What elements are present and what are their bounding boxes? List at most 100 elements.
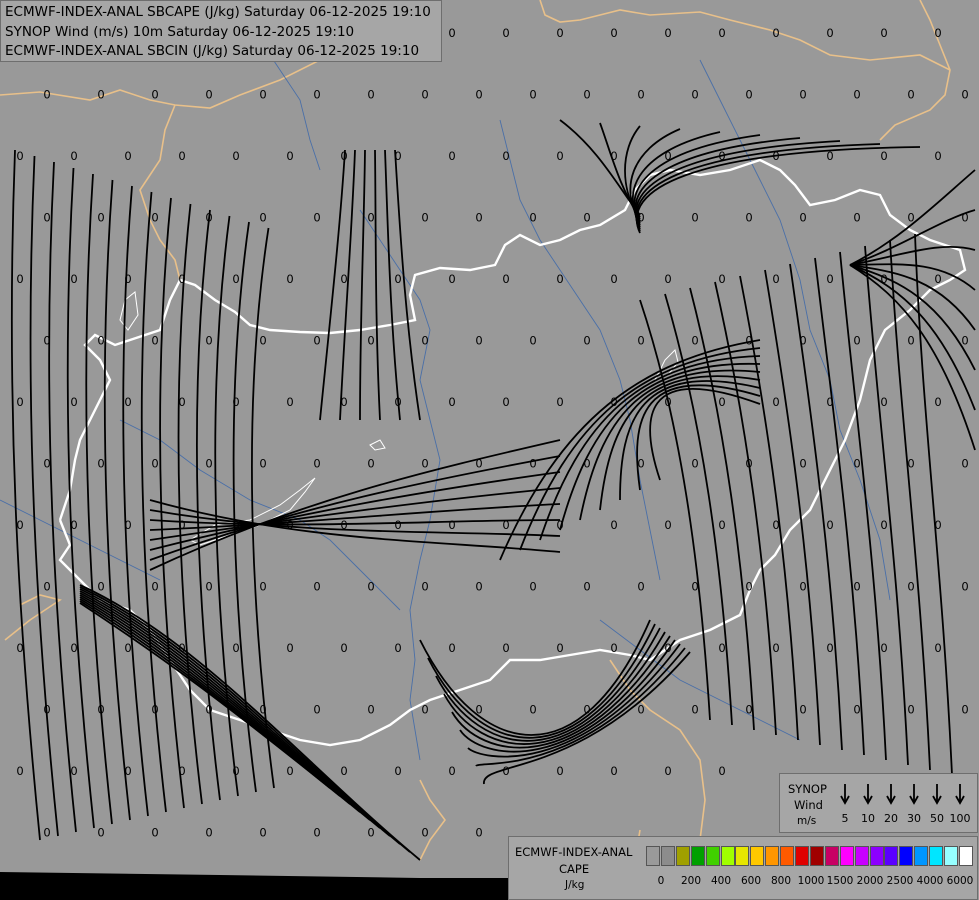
sbcin-value: 0 — [745, 334, 752, 348]
sbcin-value: 0 — [70, 149, 77, 163]
sbcin-value: 0 — [340, 149, 347, 163]
sbcin-value: 0 — [313, 703, 320, 717]
sbcin-value: 0 — [178, 395, 185, 409]
sbcin-value: 0 — [637, 211, 644, 225]
sbcin-value: 0 — [556, 26, 563, 40]
sbcin-value: 0 — [853, 211, 860, 225]
sbcin-value: 0 — [259, 334, 266, 348]
sbcin-value: 0 — [772, 272, 779, 286]
sbcin-value: 0 — [853, 457, 860, 471]
sbcin-value: 0 — [178, 518, 185, 532]
sbcin-value: 0 — [961, 88, 968, 102]
sbcin-value: 0 — [421, 211, 428, 225]
sbcin-value: 0 — [610, 518, 617, 532]
sbcin-value: 0 — [556, 641, 563, 655]
sbcin-value: 0 — [43, 334, 50, 348]
cape-color-swatch — [780, 846, 795, 866]
sbcin-value: 0 — [637, 334, 644, 348]
sbcin-value: 0 — [124, 395, 131, 409]
cape-legend-unit: J/kg — [565, 879, 585, 891]
sbcin-value: 0 — [151, 457, 158, 471]
sbcin-value: 0 — [124, 764, 131, 778]
sbcin-value: 0 — [664, 641, 671, 655]
sbcin-value: 0 — [664, 764, 671, 778]
sbcin-value: 0 — [502, 26, 509, 40]
cape-colorbar-label: 1000 — [797, 875, 825, 887]
wind-legend-title: SYNOP — [788, 782, 827, 796]
sbcin-value: 0 — [394, 518, 401, 532]
sbcin-value: 0 — [880, 26, 887, 40]
sbcin-value: 0 — [880, 641, 887, 655]
sbcin-value: 0 — [691, 211, 698, 225]
cape-color-swatch — [660, 846, 675, 866]
sbcin-value: 0 — [583, 211, 590, 225]
sbcin-value: 0 — [367, 580, 374, 594]
sbcin-value: 0 — [502, 641, 509, 655]
sbcin-value: 0 — [70, 395, 77, 409]
sbcin-value: 0 — [907, 580, 914, 594]
sbcin-value: 0 — [178, 149, 185, 163]
sbcin-value: 0 — [934, 395, 941, 409]
sbcin-value: 0 — [799, 334, 806, 348]
sbcin-value: 0 — [259, 703, 266, 717]
cape-color-swatch — [795, 846, 809, 866]
sbcin-value: 0 — [448, 764, 455, 778]
sbcin-value: 0 — [340, 764, 347, 778]
sbcin-value: 0 — [448, 26, 455, 40]
sbcin-value: 0 — [718, 395, 725, 409]
sbcin-value: 0 — [340, 641, 347, 655]
sbcin-value: 0 — [961, 211, 968, 225]
sbcin-value: 0 — [43, 88, 50, 102]
sbcin-value: 0 — [826, 272, 833, 286]
cape-colorbar-label: 2500 — [886, 875, 914, 887]
sbcin-value: 0 — [16, 641, 23, 655]
sbcin-value: 0 — [826, 395, 833, 409]
wind-scale-arrow — [886, 784, 896, 805]
weather-map[interactable]: 0 0 0 0 0 0 0 0 0 0 0 0 0 0 0 0 0 0 0 0 0 0 0 0 0 0 0 0 0 0 0 0 0 0 0 0 0 0 0 0… — [0, 0, 979, 900]
cape-color-swatch — [720, 846, 735, 866]
sbcin-value: 0 — [394, 764, 401, 778]
sbcin-value: 0 — [799, 457, 806, 471]
cape-color-swatch — [899, 846, 914, 866]
sbcin-value: 0 — [934, 641, 941, 655]
sbcin-value: 0 — [610, 764, 617, 778]
sbcin-value: 0 — [529, 211, 536, 225]
sbcin-value: 0 — [529, 703, 536, 717]
sbcin-value: 0 — [313, 580, 320, 594]
sbcin-value: 0 — [961, 457, 968, 471]
sbcin-value: 0 — [232, 149, 239, 163]
sbcin-value: 0 — [691, 703, 698, 717]
sbcin-value: 0 — [97, 457, 104, 471]
sbcin-value: 0 — [664, 272, 671, 286]
cape-color-swatch — [675, 846, 690, 866]
sbcin-value: 0 — [934, 26, 941, 40]
sbcin-value: 0 — [583, 580, 590, 594]
sbcin-value: 0 — [178, 764, 185, 778]
sbcin-value: 0 — [853, 334, 860, 348]
sbcin-value: 0 — [97, 334, 104, 348]
sbcin-value: 0 — [421, 580, 428, 594]
sbcin-value: 0 — [475, 703, 482, 717]
sbcin-value: 0 — [556, 149, 563, 163]
cape-colorbar-label: 2000 — [856, 875, 884, 887]
sbcin-value: 0 — [286, 395, 293, 409]
sbcin-value: 0 — [178, 272, 185, 286]
cape-color-swatch — [854, 846, 869, 866]
sbcin-value: 0 — [880, 149, 887, 163]
title-synop-wind: SYNOP Wind (m/s) 10m Saturday 06-12-2025… — [5, 24, 355, 40]
sbcin-value: 0 — [610, 272, 617, 286]
cape-color-swatch — [809, 846, 824, 866]
sbcin-value: 0 — [934, 518, 941, 532]
sbcin-value: 0 — [151, 334, 158, 348]
sbcin-value: 0 — [637, 703, 644, 717]
sbcin-value: 0 — [286, 641, 293, 655]
sbcin-value: 0 — [43, 826, 50, 840]
sbcin-value: 0 — [529, 457, 536, 471]
sbcin-value: 0 — [124, 149, 131, 163]
sbcin-value: 0 — [826, 518, 833, 532]
cape-colorbar-label: 400 — [710, 875, 732, 887]
sbcin-value: 0 — [151, 703, 158, 717]
sbcin-value: 0 — [853, 580, 860, 594]
sbcin-value: 0 — [475, 334, 482, 348]
sbcin-value: 0 — [151, 826, 158, 840]
